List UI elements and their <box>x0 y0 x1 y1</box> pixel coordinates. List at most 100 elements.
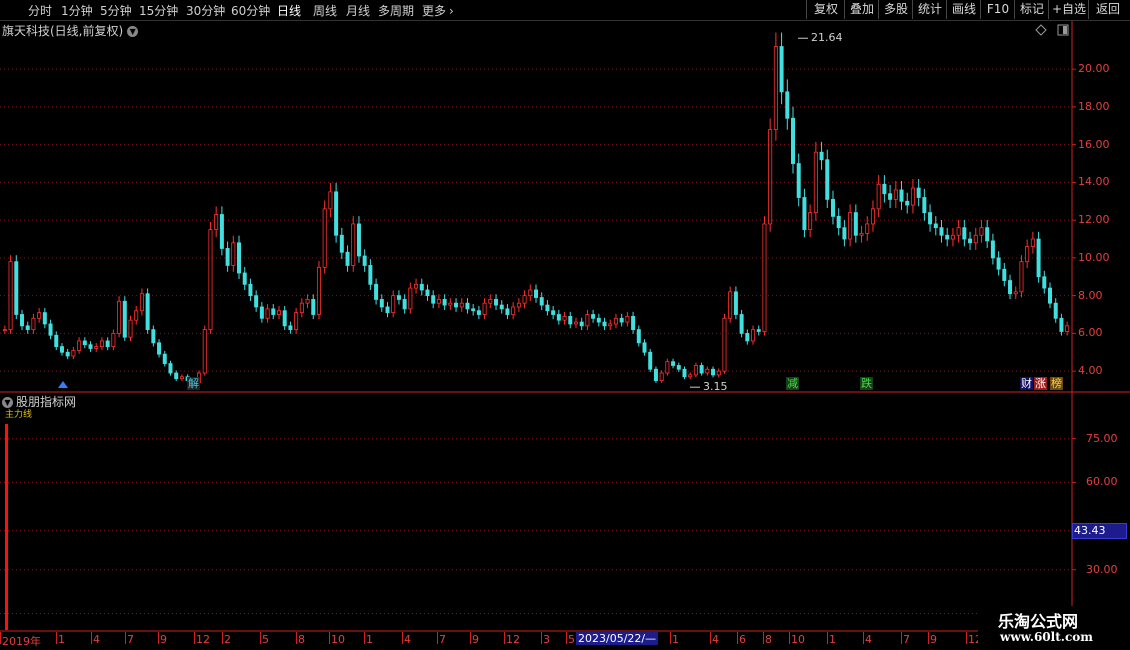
candle <box>773 46 778 130</box>
candle <box>111 332 116 347</box>
candle <box>25 325 30 331</box>
watermark: 乐淘公式网 www.60lt.com <box>978 606 1130 650</box>
candle <box>48 323 53 336</box>
candle <box>568 315 573 325</box>
candle <box>779 46 784 93</box>
candle <box>676 365 681 370</box>
indicator-axis-label: 30.00 <box>1086 562 1118 576</box>
date-axis-label: 7 <box>903 633 910 646</box>
candle <box>14 261 19 315</box>
date-tick <box>329 632 330 644</box>
candle <box>642 342 647 353</box>
candle <box>631 315 636 331</box>
candle <box>202 329 207 374</box>
date-axis-label: 4 <box>93 633 100 646</box>
candle <box>162 353 167 364</box>
candle <box>625 315 630 323</box>
date-axis-label: 4 <box>712 633 719 646</box>
low-price-label: 3.15 <box>703 380 728 394</box>
candle <box>362 255 367 266</box>
event-marker-rank[interactable]: 榜 <box>1050 377 1063 390</box>
candle <box>179 376 184 380</box>
candle <box>1048 287 1053 304</box>
candle <box>899 189 904 202</box>
candle <box>454 302 459 308</box>
date-axis-label: 12 <box>506 633 520 646</box>
candle <box>139 293 144 312</box>
date-axis-label: 8 <box>298 633 305 646</box>
candle <box>1053 302 1058 319</box>
date-tick <box>928 632 929 644</box>
candle <box>848 212 853 240</box>
candle <box>459 302 464 308</box>
candle <box>2 329 7 332</box>
candle <box>391 295 396 314</box>
date-tick <box>566 632 567 644</box>
event-marker-reduce[interactable]: 减 <box>786 377 799 390</box>
price-axis-label: 4.00 <box>1078 364 1103 378</box>
candle <box>1036 238 1041 278</box>
candle <box>231 242 236 266</box>
candle <box>94 346 99 349</box>
candle <box>876 183 881 210</box>
watermark-title: 乐淘公式网 <box>998 612 1079 631</box>
candle <box>522 295 527 304</box>
candle <box>151 329 156 344</box>
event-marker-rise[interactable]: 涨 <box>1034 377 1047 390</box>
candle <box>591 314 596 319</box>
candle <box>893 189 898 200</box>
candle <box>711 368 716 376</box>
candle <box>836 215 841 229</box>
date-axis-label: 2 <box>224 633 231 646</box>
price-axis-label: 6.00 <box>1078 326 1103 340</box>
event-marker-unlock[interactable]: 解 <box>187 377 200 390</box>
chart-canvas[interactable] <box>0 0 1130 650</box>
candle <box>791 117 796 164</box>
price-axis-label: 8.00 <box>1078 288 1103 302</box>
event-marker-drop[interactable]: 跌 <box>860 377 873 390</box>
triangle-marker-icon[interactable] <box>58 381 68 389</box>
candle <box>374 283 379 300</box>
date-axis-label: 10 <box>331 633 345 646</box>
candle <box>471 308 476 312</box>
event-marker-financial[interactable]: 财 <box>1020 377 1033 390</box>
date-tick <box>158 632 159 644</box>
candle <box>219 214 224 249</box>
candle <box>482 302 487 315</box>
candle <box>168 363 173 374</box>
side-panel-strip[interactable] <box>1116 22 1130 632</box>
candle <box>888 193 893 200</box>
watermark-url: www.60lt.com <box>1000 630 1093 644</box>
candle <box>819 151 824 161</box>
candle <box>145 293 150 331</box>
price-axis-label: 18.00 <box>1078 99 1110 113</box>
date-tick <box>91 632 92 644</box>
candle <box>693 365 698 376</box>
candle <box>1025 246 1030 263</box>
candle <box>922 197 927 214</box>
candle <box>733 291 738 315</box>
date-axis-label: 8 <box>765 633 772 646</box>
candle <box>728 291 733 319</box>
candle <box>294 312 299 331</box>
candle <box>585 314 590 327</box>
candle <box>208 229 213 331</box>
price-axis-label: 10.00 <box>1078 250 1110 264</box>
candle <box>225 248 230 266</box>
candle <box>865 223 870 234</box>
candle <box>996 257 1001 270</box>
date-axis-label: 4 <box>865 633 872 646</box>
candle <box>414 283 419 289</box>
selected-date-box: 2023/05/22/— <box>576 632 659 645</box>
candle <box>37 312 42 319</box>
candle <box>539 297 544 306</box>
date-axis-label: 6 <box>739 633 746 646</box>
candle <box>534 289 539 298</box>
candle <box>59 346 64 353</box>
candle <box>916 187 921 198</box>
date-axis-label: 1 <box>58 633 65 646</box>
candle <box>248 283 253 297</box>
candle <box>1042 276 1047 289</box>
candle <box>830 198 835 217</box>
date-axis-label: 5 <box>568 633 575 646</box>
